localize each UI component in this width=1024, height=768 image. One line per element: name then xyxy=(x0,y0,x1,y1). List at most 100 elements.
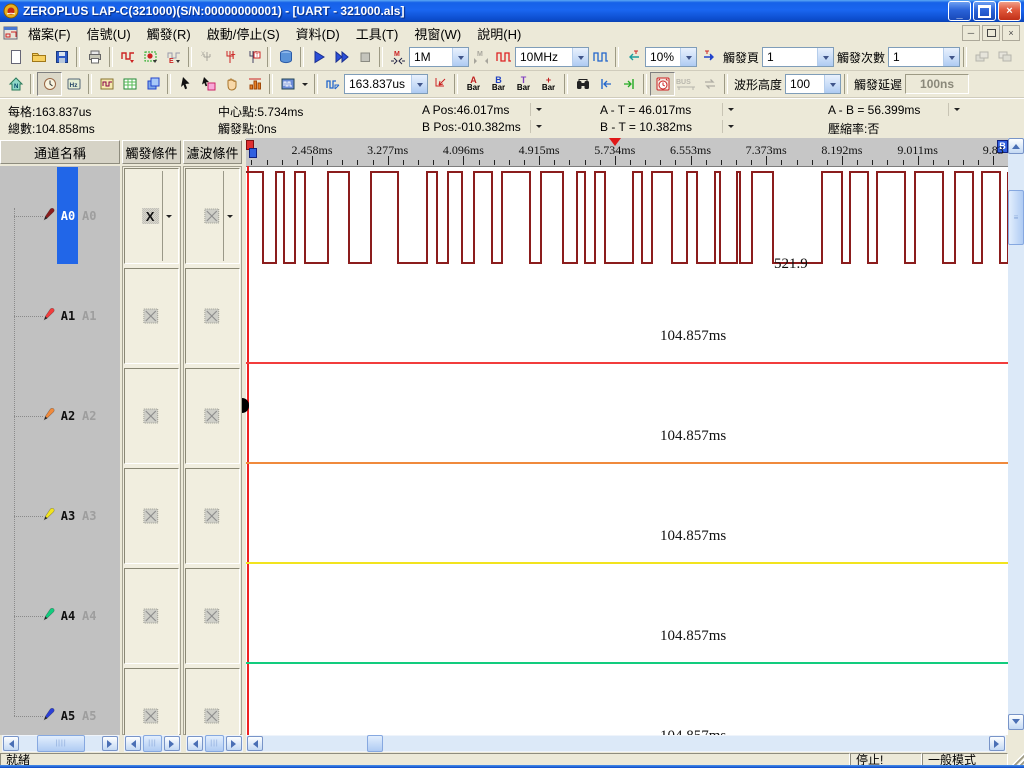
sample-rate-dropdown[interactable] xyxy=(572,48,588,66)
filter-condition-cell[interactable] xyxy=(185,168,240,264)
trigger-probe-delay-icon[interactable]: T xyxy=(241,46,264,68)
channel-name-h-scrollbar[interactable]: |||| xyxy=(2,735,119,752)
mdi-document-icon[interactable] xyxy=(2,25,20,41)
pattern-display-dropdown[interactable] xyxy=(299,73,311,95)
close-button[interactable]: × xyxy=(998,1,1021,21)
h-scrollbar-thumb[interactable] xyxy=(367,735,383,752)
filter-condition-cell[interactable] xyxy=(185,468,240,564)
sampling-setup-icon[interactable] xyxy=(116,46,139,68)
mdi-restore-button[interactable] xyxy=(982,25,1000,41)
bus-trigger-setup-icon[interactable]: E xyxy=(162,46,185,68)
scroll-right-button[interactable] xyxy=(164,736,180,751)
a-bar-button[interactable]: A Bar xyxy=(461,73,486,95)
channel-pen-icon[interactable] xyxy=(42,207,57,222)
t-bar-button[interactable]: T Bar xyxy=(511,73,536,95)
filter-condition-cell[interactable] xyxy=(185,368,240,464)
trigger-page-combo[interactable]: 1 xyxy=(762,47,834,67)
sample-pulse-icon[interactable] xyxy=(492,46,515,68)
minimize-button[interactable]: _ xyxy=(948,1,971,21)
trigger-condition-cell[interactable] xyxy=(124,468,179,564)
h-scrollbar-thumb[interactable]: ||| xyxy=(205,735,224,752)
a-b-dropdown[interactable] xyxy=(948,103,964,116)
trigger-mark-setup-icon[interactable] xyxy=(139,46,162,68)
clock-icon[interactable] xyxy=(37,72,62,96)
sample-memory-icon[interactable]: M xyxy=(469,46,492,68)
menu-tools[interactable]: 工具(T) xyxy=(348,22,407,45)
trigger-col-h-scrollbar[interactable]: ||| xyxy=(124,735,181,752)
goto-trigger-right-icon[interactable] xyxy=(697,46,720,68)
dropdown-arrow[interactable] xyxy=(162,171,175,261)
frequency-meter-icon[interactable]: Hz xyxy=(62,73,85,95)
a-pos-dropdown[interactable] xyxy=(530,103,546,116)
menu-trigger[interactable]: 觸發(R) xyxy=(139,22,199,45)
menu-file[interactable]: 檔案(F) xyxy=(20,22,79,45)
trigger-condition-cell[interactable]: X xyxy=(124,168,179,264)
goto-prev-bar-icon[interactable] xyxy=(594,73,617,95)
state-list-window-icon[interactable] xyxy=(118,73,141,95)
waveform-v-scrollbar[interactable]: ≡ xyxy=(1008,138,1024,730)
pointer-icon[interactable] xyxy=(174,73,197,95)
scroll-left-button[interactable] xyxy=(3,736,19,751)
trigger-count-combo[interactable]: 1 xyxy=(888,47,960,67)
goto-next-bar-icon[interactable] xyxy=(617,73,640,95)
scroll-left-button[interactable] xyxy=(247,736,263,751)
filter-condition-cell[interactable] xyxy=(185,568,240,664)
channel-name[interactable]: A4 xyxy=(58,609,78,623)
sample-depth-dropdown[interactable] xyxy=(452,48,468,66)
bus-grouping-icon[interactable]: BUS xyxy=(675,73,698,95)
sample-depth-combo[interactable]: 1M xyxy=(409,47,469,67)
wave-height-dropdown[interactable] xyxy=(824,75,840,93)
trigger-condition-cell[interactable] xyxy=(124,568,179,664)
sync-icon[interactable] xyxy=(698,73,721,95)
save-file-button[interactable] xyxy=(50,46,73,68)
zoom-trigger-icon[interactable] xyxy=(428,73,451,95)
wave-height-combo[interactable]: 100 xyxy=(785,74,841,94)
a-t-dropdown[interactable] xyxy=(722,103,738,116)
menu-run-stop[interactable]: 啟動/停止(S) xyxy=(199,22,288,45)
h-scrollbar-thumb[interactable]: |||| xyxy=(37,735,85,752)
channel-pen-icon[interactable] xyxy=(42,507,57,522)
time-division-dropdown[interactable] xyxy=(411,75,427,93)
goto-trigger-left-icon[interactable] xyxy=(622,46,645,68)
run-button[interactable] xyxy=(307,46,330,68)
channel-pen-icon[interactable] xyxy=(42,707,57,722)
trigger-position-dropdown[interactable] xyxy=(680,48,696,66)
channel-name[interactable]: A1 xyxy=(58,309,78,323)
scroll-down-button[interactable] xyxy=(1008,714,1024,730)
filter-condition-cell[interactable] xyxy=(185,668,240,735)
scroll-right-button[interactable] xyxy=(102,736,118,751)
b-t-dropdown[interactable] xyxy=(722,120,738,133)
trigger-page-dropdown[interactable] xyxy=(817,48,833,66)
repeat-run-button[interactable] xyxy=(330,46,353,68)
trigger-position-marker[interactable] xyxy=(609,138,621,152)
mdi-close-button[interactable]: × xyxy=(1002,25,1020,41)
trigger-condition-cell[interactable] xyxy=(124,668,179,735)
menu-signal[interactable]: 信號(U) xyxy=(79,22,139,45)
trigger-condition-cell[interactable] xyxy=(124,368,179,464)
a-bar-flag[interactable] xyxy=(249,148,257,158)
channel-pen-icon[interactable] xyxy=(42,307,57,322)
scroll-right-button[interactable] xyxy=(989,736,1005,751)
channel-name[interactable]: A5 xyxy=(58,709,78,723)
trigger-condition-cell[interactable] xyxy=(124,268,179,364)
filter-col-h-scrollbar[interactable]: ||| xyxy=(186,735,243,752)
bar-chart-icon[interactable] xyxy=(243,73,266,95)
waveform-window-icon[interactable] xyxy=(95,73,118,95)
find-icon[interactable] xyxy=(571,73,594,95)
stop-button[interactable] xyxy=(353,46,376,68)
menu-window[interactable]: 視窗(W) xyxy=(406,22,469,45)
hand-pan-icon[interactable] xyxy=(220,73,243,95)
trigger-count-dropdown[interactable] xyxy=(943,48,959,66)
open-file-button[interactable] xyxy=(27,46,50,68)
scroll-up-button[interactable] xyxy=(1008,138,1024,154)
channel-pen-icon[interactable] xyxy=(42,407,57,422)
timer-icon[interactable] xyxy=(650,72,675,96)
cascade-windows-icon[interactable] xyxy=(993,46,1016,68)
trigger-xt-icon[interactable]: X xyxy=(195,46,218,68)
zoom-wave-icon[interactable] xyxy=(321,73,344,95)
waveform-area[interactable]: B 2.458ms3.277ms4.096ms4.915ms5.734ms6.5… xyxy=(246,138,1008,735)
dropdown-arrow[interactable] xyxy=(223,171,236,261)
v-scrollbar-thumb[interactable]: ≡ xyxy=(1008,190,1024,245)
sample-rate-combo[interactable]: 10MHz xyxy=(515,47,589,67)
b-pos-dropdown[interactable] xyxy=(530,120,546,133)
